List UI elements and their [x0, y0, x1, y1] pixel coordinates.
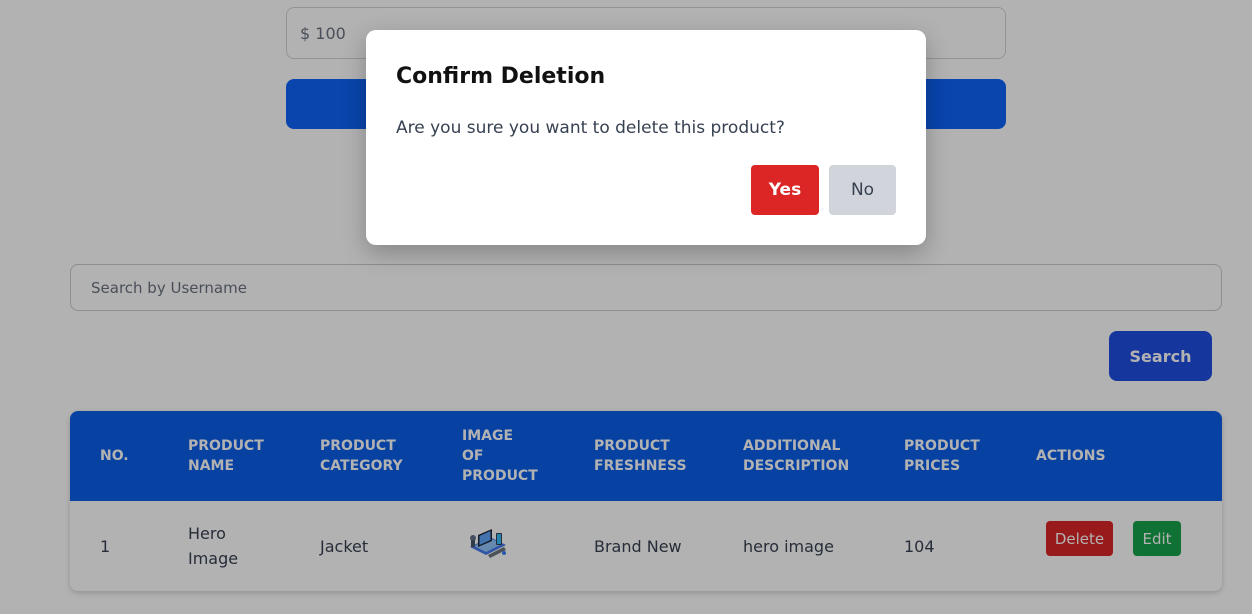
dialog-message: Are you sure you want to delete this pro…	[396, 118, 785, 138]
confirm-yes-button[interactable]: Yes	[751, 165, 819, 215]
dialog-title: Confirm Deletion	[396, 64, 606, 89]
confirm-deletion-dialog: Confirm Deletion Are you sure you want t…	[366, 30, 926, 245]
confirm-no-button[interactable]: No	[829, 165, 896, 215]
